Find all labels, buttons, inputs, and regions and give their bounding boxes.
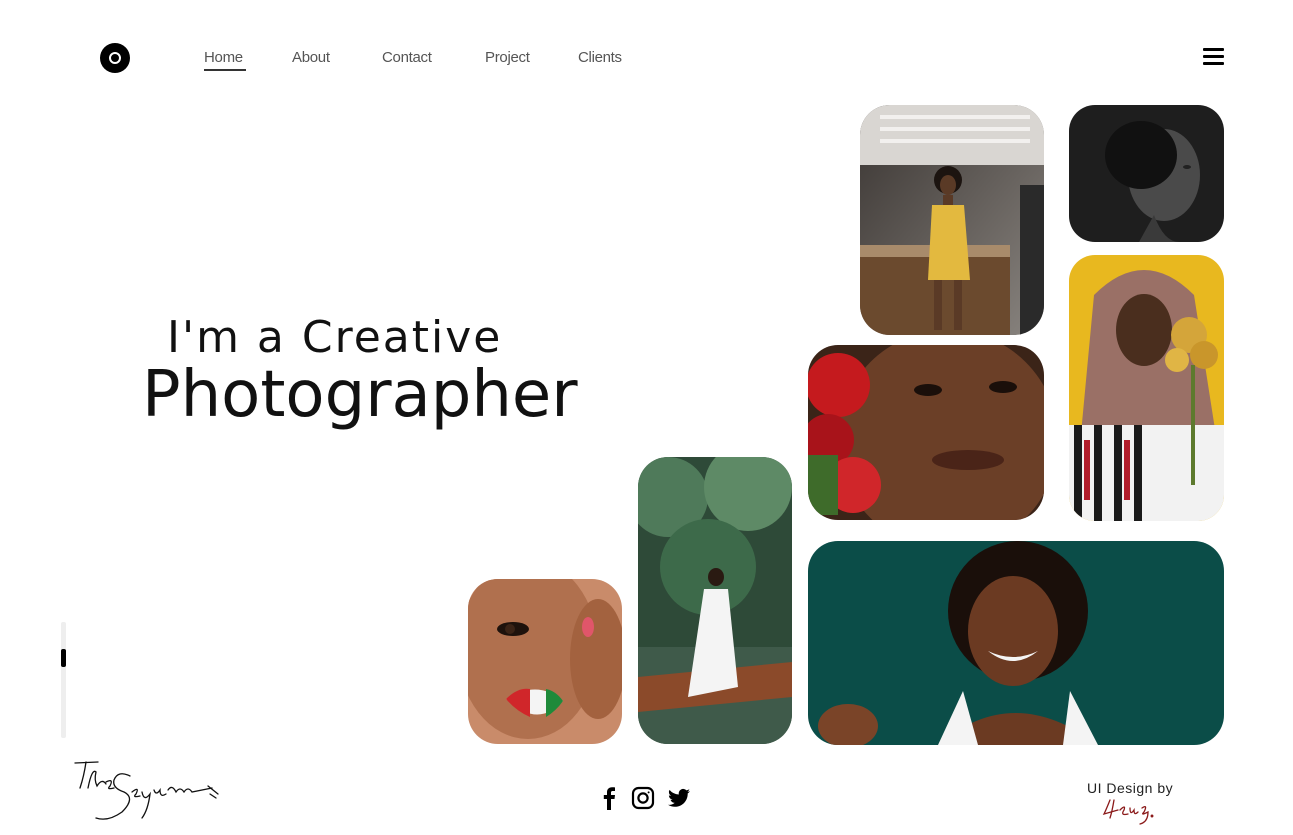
hero-heading-line1: I'm a Creative xyxy=(167,312,503,363)
nav-item-project[interactable]: Project xyxy=(485,49,530,66)
nav-item-home[interactable]: Home xyxy=(204,49,243,66)
instagram-icon[interactable] xyxy=(631,786,655,810)
scroll-indicator-thumb[interactable] xyxy=(61,649,66,667)
woman-white-dress-boat-photo[interactable] xyxy=(638,457,792,744)
woman-headscarf-flowers-photo[interactable] xyxy=(1069,255,1224,521)
woman-yellow-dress-cafe-photo[interactable] xyxy=(860,105,1044,335)
nav-item-clients[interactable]: Clients xyxy=(578,49,622,66)
facebook-icon[interactable] xyxy=(598,786,622,810)
scroll-indicator-track[interactable] xyxy=(61,622,66,738)
nav-active-underline xyxy=(204,69,246,71)
hamburger-menu-icon[interactable] xyxy=(1203,48,1224,66)
credit-label: UI Design by xyxy=(1087,780,1174,796)
twitter-icon[interactable] xyxy=(667,786,691,810)
woman-profile-bw-photo[interactable] xyxy=(1069,105,1224,242)
signature-logo xyxy=(70,758,220,826)
logo-icon[interactable] xyxy=(100,43,130,73)
nav-item-about[interactable]: About xyxy=(292,49,330,66)
designer-signature-logo xyxy=(1102,796,1162,826)
face-painted-lips-photo[interactable] xyxy=(468,579,622,744)
nav-item-contact[interactable]: Contact xyxy=(382,49,432,66)
face-red-roses-photo[interactable] xyxy=(808,345,1044,520)
hero-heading-line2: Photographer xyxy=(142,358,578,432)
woman-smiling-teal-photo[interactable] xyxy=(808,541,1224,745)
